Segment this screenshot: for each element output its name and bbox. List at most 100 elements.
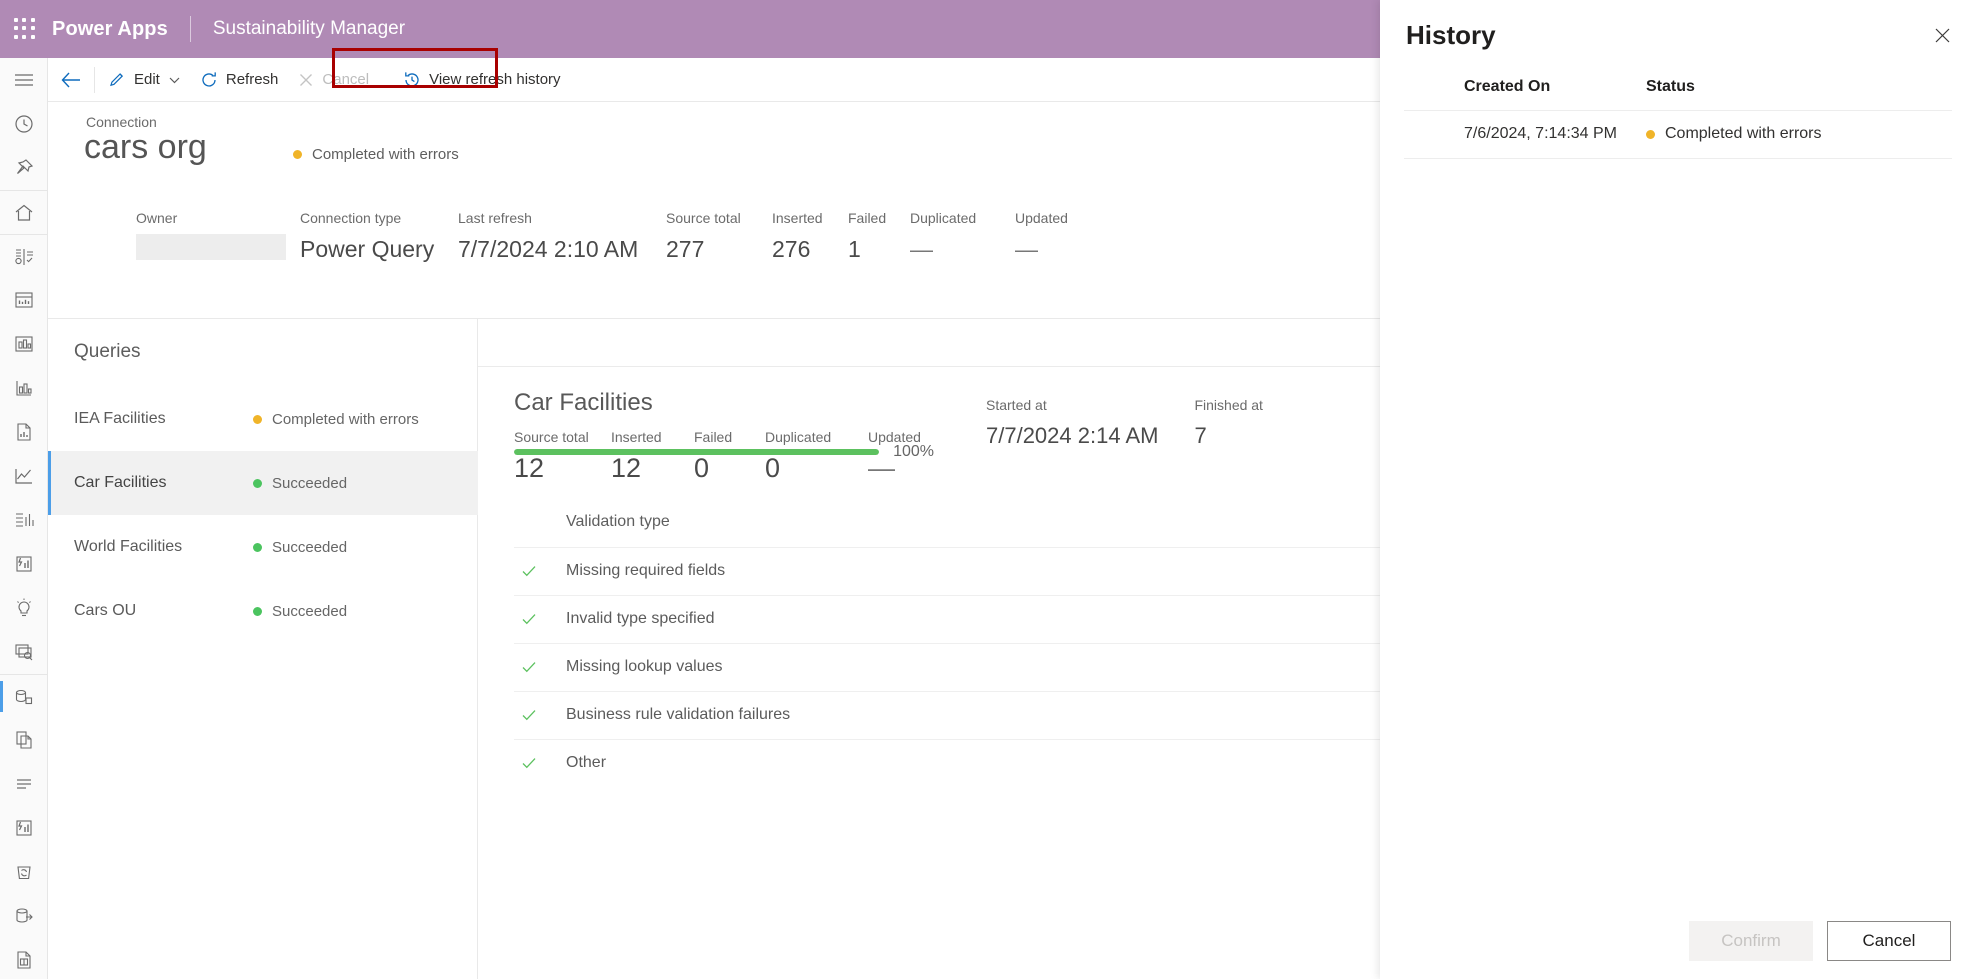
detail-title: Car Facilities xyxy=(514,389,653,416)
history-icon xyxy=(403,71,421,89)
view-refresh-history-label: View refresh history xyxy=(429,71,561,88)
status-badge: Completed with errors xyxy=(293,146,459,163)
stat-key: Inserted xyxy=(611,429,662,445)
page-title: cars org xyxy=(84,128,207,166)
meta-connection-type: Connection type Power Query xyxy=(300,210,434,263)
meta-duplicated: Duplicated — xyxy=(910,210,976,263)
validation-type: Invalid type specified xyxy=(566,610,715,627)
stat-value: — xyxy=(868,453,895,483)
list-item[interactable]: Cars OU Succeeded xyxy=(48,579,478,643)
query-name: IEA Facilities xyxy=(74,410,166,427)
meta-source-total: Source total 277 xyxy=(666,210,741,263)
timing-value: 7/7/2024 2:14 AM xyxy=(986,423,1159,448)
meta-key: Inserted xyxy=(772,210,823,226)
bar-chart-icon[interactable] xyxy=(0,322,48,366)
history-table-header: Created On Status xyxy=(1404,72,1952,110)
app-name-label[interactable]: Sustainability Manager xyxy=(213,18,405,40)
query-status-text: Succeeded xyxy=(272,538,348,556)
home-icon[interactable] xyxy=(0,190,48,234)
column-header-status: Status xyxy=(1646,78,1695,95)
brand-label[interactable]: Power Apps xyxy=(52,18,168,41)
history-panel-footer: Confirm Cancel xyxy=(1689,921,1951,961)
meta-key: Source total xyxy=(666,210,741,226)
table-row[interactable]: 7/6/2024, 7:14:34 PM Completed with erro… xyxy=(1404,110,1952,158)
query-status: Succeeded xyxy=(253,539,347,556)
validation-type: Missing required fields xyxy=(566,562,726,579)
check-icon xyxy=(520,706,538,729)
meta-value: Power Query xyxy=(300,236,435,262)
stat-key: Source total xyxy=(514,429,589,445)
column-chart-icon[interactable] xyxy=(0,366,48,410)
view-refresh-history-button[interactable]: View refresh history xyxy=(393,63,570,97)
stat-key: Failed xyxy=(694,429,733,445)
column-header-validation-type: Validation type xyxy=(566,513,670,530)
status-dot-icon xyxy=(253,414,262,424)
edit-button[interactable]: Edit xyxy=(99,63,190,97)
stat-value: 0 xyxy=(694,453,710,483)
refresh-button[interactable]: Refresh xyxy=(190,63,289,97)
history-table: Created On Status 7/6/2024, 7:14:34 PM C… xyxy=(1404,72,1952,159)
template-icon[interactable] xyxy=(0,938,48,979)
meta-key: Duplicated xyxy=(910,210,977,226)
list-item[interactable]: IEA Facilities Completed with errors xyxy=(48,387,478,451)
meta-updated: Updated — xyxy=(1015,210,1068,263)
data-export-icon[interactable] xyxy=(0,894,48,938)
data-explorer-icon[interactable] xyxy=(0,630,48,674)
brand-divider xyxy=(189,16,191,42)
meta-value: 277 xyxy=(666,236,705,262)
close-icon[interactable] xyxy=(1925,18,1959,52)
meta-inserted: Inserted 276 xyxy=(772,210,823,263)
hamburger-menu-icon[interactable] xyxy=(0,58,48,102)
check-icon xyxy=(520,562,538,585)
close-icon xyxy=(298,72,314,88)
check-icon xyxy=(520,658,538,681)
cancel-button[interactable]: Cancel xyxy=(1827,921,1951,961)
list-icon[interactable] xyxy=(0,762,48,806)
status-text: Completed with errors xyxy=(312,146,459,163)
meta-value: — xyxy=(910,236,933,262)
copy-document-icon[interactable] xyxy=(0,718,48,762)
query-status-text: Succeeded xyxy=(272,474,348,492)
meta-value: 1 xyxy=(848,236,861,262)
report-icon[interactable] xyxy=(0,278,48,322)
query-name: Car Facilities xyxy=(74,474,167,491)
stat-updated: Updated — xyxy=(868,429,921,484)
timing-value: 7 xyxy=(1194,423,1207,448)
data-connections-icon[interactable] xyxy=(0,674,48,718)
query-status: Succeeded xyxy=(253,475,347,492)
stat-source-total: Source total 12 xyxy=(514,429,589,484)
timing-key: Finished at xyxy=(1194,397,1263,413)
meta-last-refresh: Last refresh 7/7/2024 2:10 AM xyxy=(458,210,638,263)
recycle-bin-icon[interactable] xyxy=(0,850,48,894)
list-chart-icon[interactable] xyxy=(0,498,48,542)
queries-title: Queries xyxy=(74,341,141,362)
meta-value: 276 xyxy=(772,236,811,262)
insights-icon[interactable] xyxy=(0,542,48,586)
timing-group: Started at 7/7/2024 2:14 AM Finished at … xyxy=(986,397,1299,449)
app-launcher-icon[interactable] xyxy=(14,18,36,40)
pinned-icon[interactable] xyxy=(0,146,48,190)
meta-value: — xyxy=(1015,236,1038,262)
edit-label: Edit xyxy=(134,71,160,88)
list-item[interactable]: World Facilities Succeeded xyxy=(48,515,478,579)
idea-icon[interactable] xyxy=(0,586,48,630)
recent-icon[interactable] xyxy=(0,102,48,146)
back-arrow-icon[interactable] xyxy=(48,58,94,102)
confirm-button: Confirm xyxy=(1689,921,1813,961)
insight-chart-icon[interactable] xyxy=(0,806,48,850)
analytics-icon[interactable] xyxy=(0,234,48,278)
history-panel-title: History xyxy=(1406,20,1496,50)
refresh-icon xyxy=(200,71,218,89)
finished-at-block: Finished at 7 xyxy=(1194,397,1262,449)
trend-line-icon[interactable] xyxy=(0,454,48,498)
status-dot-icon xyxy=(253,606,262,616)
stat-duplicated: Duplicated 0 xyxy=(765,429,831,484)
stat-value: 12 xyxy=(611,453,642,483)
chevron-down-icon[interactable] xyxy=(169,71,180,88)
document-chart-icon[interactable] xyxy=(0,410,48,454)
owner-value-placeholder xyxy=(136,234,286,260)
cancel-label: Cancel xyxy=(322,71,370,88)
query-status: Succeeded xyxy=(253,603,347,620)
started-at-block: Started at 7/7/2024 2:14 AM xyxy=(986,397,1158,449)
list-item[interactable]: Car Facilities Succeeded xyxy=(48,451,478,515)
